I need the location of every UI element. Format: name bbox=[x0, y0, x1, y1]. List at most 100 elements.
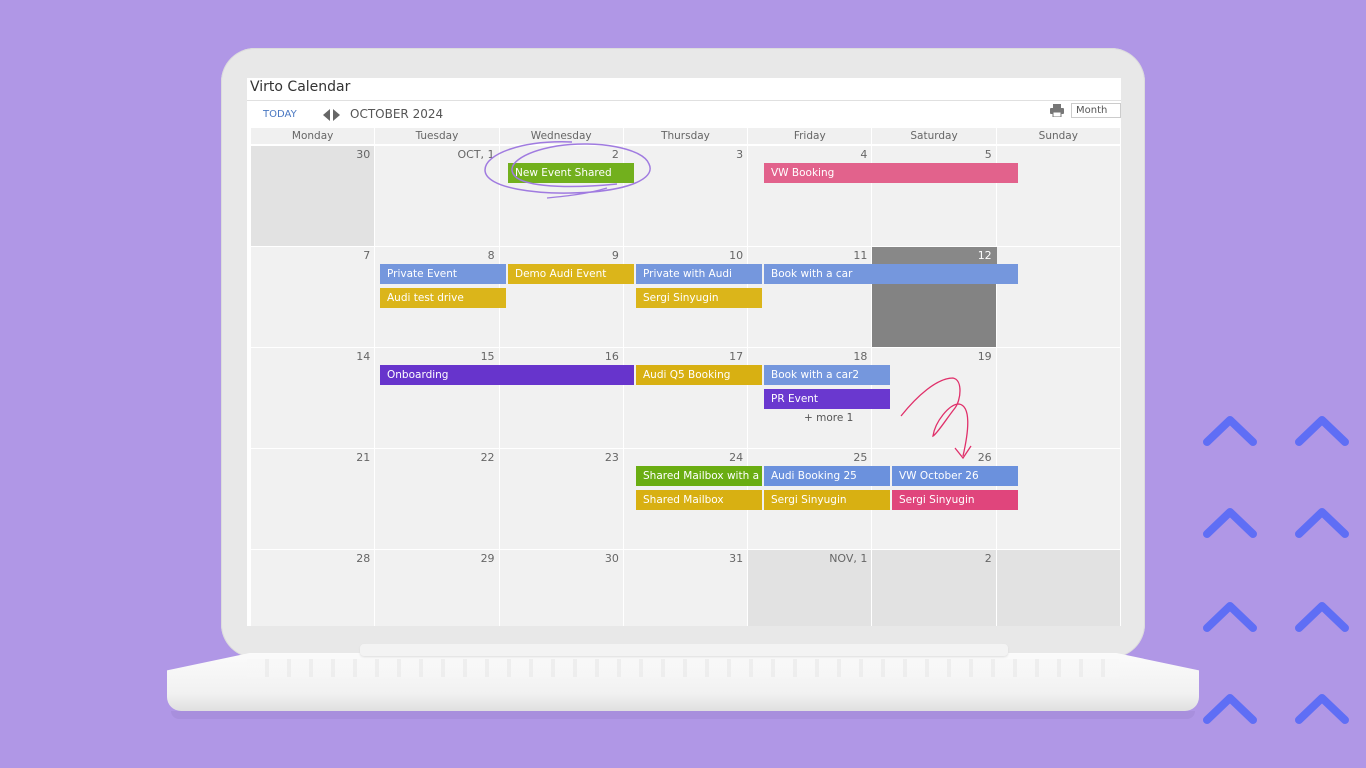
day-number[interactable]: 30 bbox=[605, 552, 619, 565]
calendar-event[interactable]: Book with a car2 bbox=[764, 365, 890, 385]
calendar-event[interactable]: New Event Shared bbox=[508, 163, 634, 183]
view-mode-select[interactable]: Month bbox=[1071, 103, 1121, 118]
today-button[interactable]: TODAY bbox=[263, 109, 297, 120]
day-number[interactable]: 15 bbox=[481, 350, 495, 363]
calendar-event[interactable]: PR Event bbox=[764, 389, 890, 409]
laptop-keyboard bbox=[247, 659, 1119, 677]
calendar-event[interactable]: Book with a car bbox=[764, 264, 1018, 284]
day-cell[interactable]: 30 bbox=[499, 550, 623, 626]
calendar-event[interactable]: Sergi Sinyugin bbox=[636, 288, 762, 308]
day-number[interactable]: 7 bbox=[363, 249, 370, 262]
weekday-header-thursday: Thursday bbox=[623, 128, 748, 144]
day-number[interactable]: 17 bbox=[729, 350, 743, 363]
day-cell[interactable]: 17 bbox=[623, 348, 748, 448]
day-cell-today[interactable]: 12 bbox=[872, 247, 1000, 347]
day-number[interactable]: 11 bbox=[853, 249, 867, 262]
day-number[interactable]: 26 bbox=[978, 451, 992, 464]
day-number[interactable]: 29 bbox=[481, 552, 495, 565]
weekday-header-wednesday: Wednesday bbox=[499, 128, 623, 144]
day-cell[interactable] bbox=[996, 348, 1120, 448]
calendar-event[interactable]: Audi test drive bbox=[380, 288, 506, 308]
day-number[interactable]: 24 bbox=[729, 451, 743, 464]
day-number[interactable]: 19 bbox=[978, 350, 992, 363]
calendar-event[interactable]: Audi Booking 25 bbox=[764, 466, 890, 486]
calendar-event[interactable]: Onboarding bbox=[380, 365, 634, 385]
day-cell[interactable]: 14 bbox=[251, 348, 375, 448]
calendar-event[interactable]: Shared Mailbox bbox=[636, 490, 762, 510]
day-number[interactable]: 31 bbox=[729, 552, 743, 565]
printer-icon[interactable] bbox=[1050, 104, 1064, 117]
day-cell[interactable]: 30 bbox=[251, 146, 375, 246]
calendar-event[interactable]: Audi Q5 Booking bbox=[636, 365, 762, 385]
day-number[interactable]: 18 bbox=[853, 350, 867, 363]
day-number[interactable]: 12 bbox=[978, 249, 992, 262]
day-cell[interactable] bbox=[996, 247, 1120, 347]
day-cell[interactable]: 23 bbox=[499, 449, 623, 549]
day-number[interactable]: 28 bbox=[356, 552, 370, 565]
day-number[interactable]: 22 bbox=[481, 451, 495, 464]
day-cell[interactable]: 28 bbox=[251, 550, 375, 626]
day-cell[interactable]: 29 bbox=[375, 550, 499, 626]
day-cell[interactable]: 3 bbox=[623, 146, 748, 246]
day-cell[interactable]: 2 bbox=[499, 146, 623, 246]
calendar-event[interactable]: Private with Audi bbox=[636, 264, 762, 284]
calendar-event[interactable]: Shared Mailbox with a bbox=[636, 466, 762, 486]
week-row: 30 OCT, 1 2 3 4 5 bbox=[251, 146, 1121, 246]
calendar-event[interactable]: VW October 26 bbox=[892, 466, 1018, 486]
day-cell[interactable]: NOV, 1 bbox=[748, 550, 872, 626]
day-cell[interactable]: 15 bbox=[375, 348, 499, 448]
day-cell[interactable]: 7 bbox=[251, 247, 375, 347]
calendar-event[interactable]: Private Event bbox=[380, 264, 506, 284]
laptop-shadow bbox=[171, 711, 1195, 719]
weekday-header-saturday: Saturday bbox=[872, 128, 996, 144]
day-number[interactable]: 25 bbox=[853, 451, 867, 464]
day-cell[interactable]: 21 bbox=[251, 449, 375, 549]
day-cell[interactable]: 16 bbox=[499, 348, 623, 448]
weekday-header-monday: Monday bbox=[251, 128, 375, 144]
calendar-event[interactable]: Sergi Sinyugin bbox=[892, 490, 1018, 510]
calendar-event[interactable]: Demo Audi Event bbox=[508, 264, 634, 284]
weekday-header-tuesday: Tuesday bbox=[375, 128, 499, 144]
week-row: 14 15 16 17 18 19 bbox=[251, 348, 1121, 448]
chevron-up-icon bbox=[1295, 694, 1349, 724]
triangle-left-icon[interactable] bbox=[323, 109, 330, 121]
day-number[interactable]: OCT, 1 bbox=[458, 148, 495, 161]
day-number[interactable]: 9 bbox=[612, 249, 619, 262]
current-month-label: OCTOBER 2024 bbox=[350, 107, 444, 121]
day-number[interactable]: 14 bbox=[356, 350, 370, 363]
weekday-header-row: Monday Tuesday Wednesday Thursday Friday Satu… bbox=[251, 128, 1121, 144]
triangle-right-icon[interactable] bbox=[333, 109, 340, 121]
day-cell[interactable] bbox=[996, 146, 1120, 246]
chevron-up-icon bbox=[1295, 602, 1349, 632]
day-number[interactable]: 16 bbox=[605, 350, 619, 363]
day-number[interactable]: 4 bbox=[860, 148, 867, 161]
day-cell[interactable]: 5 bbox=[872, 146, 996, 246]
day-cell[interactable]: 19 bbox=[872, 348, 996, 448]
day-cell[interactable]: 4 bbox=[748, 146, 872, 246]
day-number[interactable]: 5 bbox=[985, 148, 992, 161]
day-cell[interactable]: 2 bbox=[872, 550, 996, 626]
laptop-base bbox=[167, 644, 1199, 719]
calendar-toolbar: TODAY OCTOBER 2024 Month bbox=[247, 101, 1121, 129]
day-number[interactable]: 10 bbox=[729, 249, 743, 262]
day-cell[interactable]: 22 bbox=[375, 449, 499, 549]
day-number[interactable]: 21 bbox=[356, 451, 370, 464]
calendar-app-window: Virto Calendar TODAY OCTOBER 2024 Month … bbox=[247, 78, 1121, 626]
day-cell[interactable] bbox=[996, 550, 1120, 626]
day-number[interactable]: NOV, 1 bbox=[829, 552, 867, 565]
day-cell[interactable]: 31 bbox=[623, 550, 748, 626]
more-events-link[interactable]: + more 1 bbox=[804, 412, 853, 424]
calendar-event[interactable]: VW Booking bbox=[764, 163, 1018, 183]
day-number[interactable]: 8 bbox=[488, 249, 495, 262]
day-number[interactable]: 30 bbox=[356, 148, 370, 161]
laptop-hinge bbox=[360, 644, 1008, 656]
day-number[interactable]: 2 bbox=[985, 552, 992, 565]
calendar-event[interactable]: Sergi Sinyugin bbox=[764, 490, 890, 510]
day-cell[interactable]: 11 bbox=[748, 247, 872, 347]
day-cell[interactable]: OCT, 1 bbox=[375, 146, 499, 246]
day-number[interactable]: 23 bbox=[605, 451, 619, 464]
chevron-up-icon bbox=[1295, 508, 1349, 538]
day-number[interactable]: 2 bbox=[612, 148, 619, 161]
day-number[interactable]: 3 bbox=[736, 148, 743, 161]
day-cell[interactable]: 9 bbox=[499, 247, 623, 347]
